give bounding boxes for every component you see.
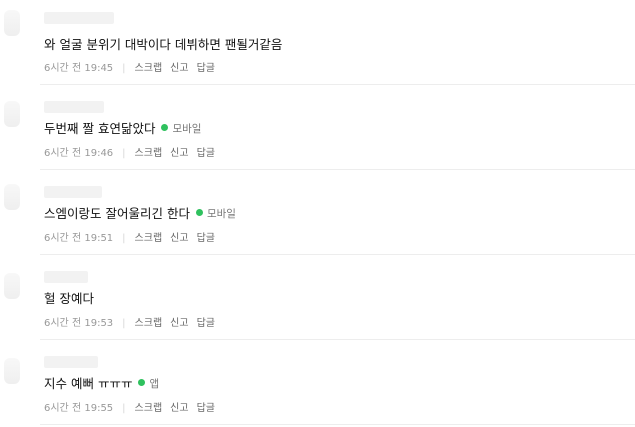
mobile-dot-icon	[161, 124, 169, 131]
reply-button[interactable]: 답글	[197, 233, 215, 244]
comment-item: 지수 예뻐 ㅠㅠㅠ 앱 6시간 전 19:55 | 스크랩 신고 답글	[0, 340, 635, 425]
time-clock: 19:55	[84, 403, 114, 414]
scrap-button[interactable]: 스크랩	[135, 233, 163, 244]
comment-body: 와 얼굴 분위기 대박이다 데뷔하면 팬될거같음	[44, 37, 283, 52]
time-ago: 6시간 전	[44, 63, 82, 74]
reply-button[interactable]: 답글	[197, 148, 215, 159]
comment-item: 헐 장예다 6시간 전 19:53 | 스크랩 신고 답글	[0, 255, 635, 340]
scrap-button[interactable]: 스크랩	[135, 318, 163, 329]
time-clock: 19:45	[84, 63, 114, 74]
comment-meta: 6시간 전 19:46 | 스크랩 신고 답글	[44, 147, 223, 161]
comment-divider	[40, 424, 635, 425]
comment-text: 두번째 짤 효연닮았다 모바일	[44, 121, 201, 137]
time-ago: 6시간 전	[44, 403, 82, 414]
report-button[interactable]: 신고	[170, 318, 188, 329]
meta-separator: |	[122, 233, 126, 244]
report-button[interactable]: 신고	[170, 63, 188, 74]
mobile-badge: 모바일	[161, 121, 201, 137]
meta-separator: |	[122, 403, 126, 414]
comment-meta: 6시간 전 19:55 | 스크랩 신고 답글	[44, 402, 223, 416]
comment-body: 헐 장예다	[44, 291, 94, 306]
comment-item: 와 얼굴 분위기 대박이다 데뷔하면 팬될거같음 6시간 전 19:45 | 스크랩…	[0, 0, 635, 85]
meta-separator: |	[122, 63, 126, 74]
comment-body: 지수 예뻐 ㅠㅠㅠ	[44, 376, 133, 391]
time-ago: 6시간 전	[44, 233, 82, 244]
badge-label: 앱	[149, 378, 160, 390]
badge-label: 모바일	[172, 123, 202, 135]
comment-item: 두번째 짤 효연닮았다 모바일 6시간 전 19:46 | 스크랩 신고 답글	[0, 85, 635, 170]
nickname-blurred[interactable]	[44, 356, 98, 368]
comment-text: 스엠이랑도 잘어울리긴 한다 모바일	[44, 206, 236, 222]
nickname-blurred[interactable]	[44, 101, 104, 113]
comment-text: 와 얼굴 분위기 대박이다 데뷔하면 팬될거같음	[44, 37, 282, 53]
report-button[interactable]: 신고	[170, 233, 188, 244]
scrap-button[interactable]: 스크랩	[135, 148, 163, 159]
comment-body: 두번째 짤 효연닮았다	[44, 121, 156, 136]
time-clock: 19:51	[84, 233, 114, 244]
report-button[interactable]: 신고	[170, 403, 188, 414]
avatar[interactable]	[4, 10, 20, 36]
scrap-button[interactable]: 스크랩	[135, 403, 163, 414]
comment-text: 지수 예뻐 ㅠㅠㅠ 앱	[44, 376, 159, 392]
app-dot-icon	[138, 379, 146, 386]
avatar[interactable]	[4, 101, 20, 127]
nickname-blurred[interactable]	[44, 12, 114, 24]
comment-meta: 6시간 전 19:53 | 스크랩 신고 답글	[44, 317, 223, 331]
comment-body: 스엠이랑도 잘어울리긴 한다	[44, 206, 190, 221]
scrap-button[interactable]: 스크랩	[135, 63, 163, 74]
time-ago: 6시간 전	[44, 148, 82, 159]
reply-button[interactable]: 답글	[197, 63, 215, 74]
avatar[interactable]	[4, 184, 20, 210]
time-ago: 6시간 전	[44, 318, 82, 329]
mobile-dot-icon	[195, 209, 203, 216]
comment-meta: 6시간 전 19:51 | 스크랩 신고 답글	[44, 232, 223, 246]
avatar[interactable]	[4, 358, 20, 384]
reply-button[interactable]: 답글	[197, 318, 215, 329]
comment-text: 헐 장예다	[44, 291, 94, 307]
comment-item: 스엠이랑도 잘어울리긴 한다 모바일 6시간 전 19:51 | 스크랩 신고 답글	[0, 170, 635, 255]
badge-label: 모바일	[206, 208, 236, 220]
meta-separator: |	[122, 318, 126, 329]
app-badge: 앱	[138, 376, 159, 392]
avatar[interactable]	[4, 273, 20, 299]
report-button[interactable]: 신고	[170, 148, 188, 159]
nickname-blurred[interactable]	[44, 271, 88, 283]
time-clock: 19:53	[84, 318, 114, 329]
nickname-blurred[interactable]	[44, 186, 102, 198]
time-clock: 19:46	[84, 148, 114, 159]
comment-meta: 6시간 전 19:45 | 스크랩 신고 답글	[44, 62, 223, 76]
reply-button[interactable]: 답글	[197, 403, 215, 414]
mobile-badge: 모바일	[195, 206, 236, 222]
meta-separator: |	[122, 148, 126, 159]
